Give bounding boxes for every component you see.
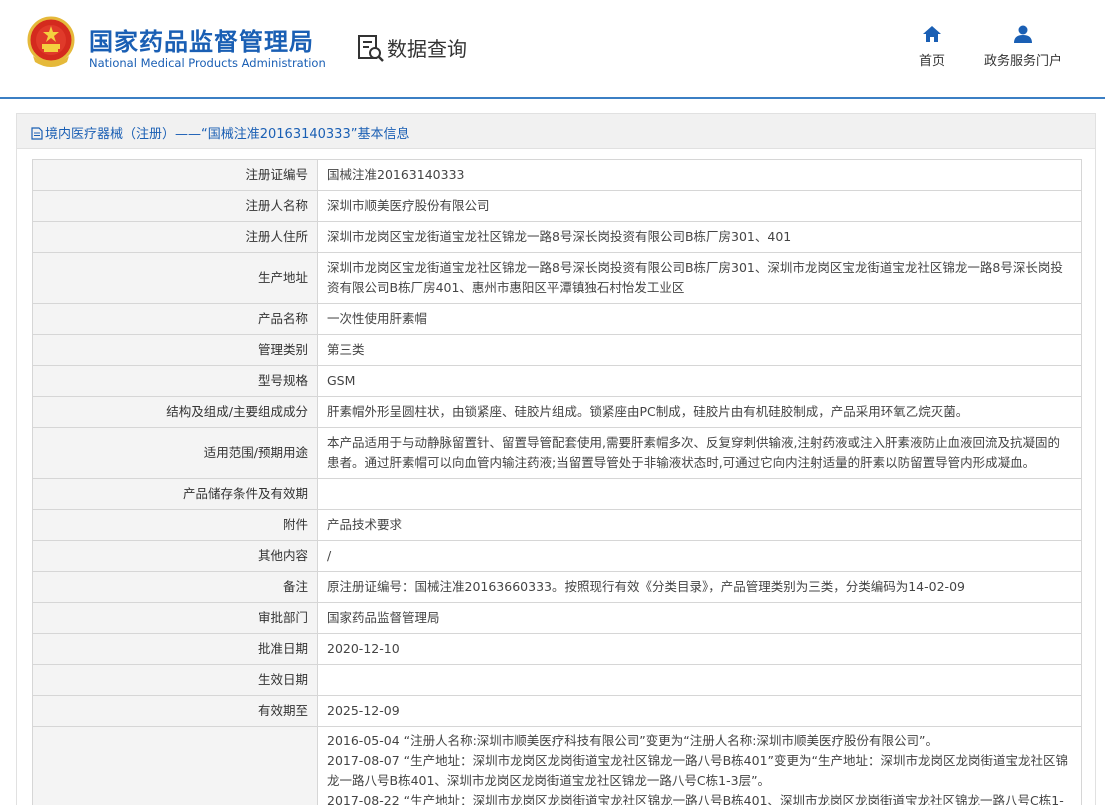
nav-portal-link[interactable]: 政务服务门户: [980, 24, 1066, 69]
table-row: 管理类别 第三类: [32, 334, 1082, 366]
field-label: 生产地址: [32, 252, 318, 304]
field-label: 管理类别: [32, 334, 318, 366]
table-row: 注册证编号 国械注准20163140333: [32, 159, 1082, 191]
field-value: 2020-12-10: [317, 633, 1082, 665]
field-label: 备注: [32, 571, 318, 603]
field-value: 深圳市顺美医疗股份有限公司: [317, 190, 1082, 222]
field-value: 国家药品监督管理局: [317, 602, 1082, 634]
table-row: 生产地址 深圳市龙岗区宝龙街道宝龙社区锦龙一路8号深长岗投资有限公司B栋厂房301…: [32, 252, 1082, 304]
table-row: 注册人名称 深圳市顺美医疗股份有限公司: [32, 190, 1082, 222]
info-table: 注册证编号 国械注准20163140333 注册人名称 深圳市顺美医疗股份有限公司 注册…: [32, 159, 1082, 805]
detail-panel: 境内医疗器械（注册）——“国械注准20163140333”基本信息 注册证编号国…: [16, 113, 1096, 805]
field-label: 附件: [32, 509, 318, 541]
field-value: 国械注准20163140333: [317, 159, 1082, 191]
field-label: 结构及组成/主要组成成分: [32, 396, 318, 428]
change-history-line: 2016-05-04 “注册人名称:深圳市顺美医疗科技有限公司”变更为“注册人名…: [327, 733, 938, 748]
change-history-value: 2016-05-04 “注册人名称:深圳市顺美医疗科技有限公司”变更为“注册人名…: [317, 726, 1082, 805]
field-value: [317, 478, 1082, 510]
table-row: 审批部门 国家药品监督管理局: [32, 602, 1082, 634]
nav-home-link[interactable]: 首页: [912, 24, 952, 69]
field-label: 有效期至: [32, 695, 318, 727]
field-value: [317, 664, 1082, 696]
field-label: 生效日期: [32, 664, 318, 696]
field-value: 第三类: [317, 334, 1082, 366]
table-row: 其他内容 /: [32, 540, 1082, 572]
field-label: 批准日期: [32, 633, 318, 665]
panel-title-text: 境内医疗器械（注册）——“国械注准20163140333”基本信息: [45, 127, 410, 142]
site-title-en[interactable]: National Medical Products Administration: [89, 56, 326, 70]
field-label: 审批部门: [32, 602, 318, 634]
table-row: 型号规格 GSM: [32, 365, 1082, 397]
field-label: 产品名称: [32, 303, 318, 335]
home-icon: [923, 26, 941, 42]
header-divider: [0, 97, 1105, 99]
document-icon: [31, 127, 43, 140]
data-query-icon: [358, 35, 384, 62]
field-value: GSM: [317, 365, 1082, 397]
panel-title: 境内医疗器械（注册）——“国械注准20163140333”基本信息: [31, 123, 409, 142]
table-row: 附件 产品技术要求: [32, 509, 1082, 541]
table-row: 适用范围/预期用途 本产品适用于与动静脉留置针、留置导管配套使用,需要肝素帽多次、…: [32, 427, 1082, 479]
field-label: 型号规格: [32, 365, 318, 397]
table-row: 生效日期: [32, 664, 1082, 696]
table-row-change-history: 2016-05-04 “注册人名称:深圳市顺美医疗科技有限公司”变更为“注册人名…: [32, 726, 1082, 805]
field-value: 深圳市龙岗区宝龙街道宝龙社区锦龙一路8号深长岗投资有限公司B栋厂房301、深圳市…: [317, 252, 1082, 304]
table-row: 有效期至 2025-12-09: [32, 695, 1082, 727]
field-value: 肝素帽外形呈圆柱状，由锁紧座、硅胶片组成。锁紧座由PC制成，硅胶片由有机硅胶制成…: [317, 396, 1082, 428]
nav-home-label: 首页: [918, 54, 945, 69]
field-label: 注册人名称: [32, 190, 318, 222]
site-title[interactable]: 国家药品监督管理局: [89, 22, 314, 57]
site-header: 国家药品监督管理局 National Medical Products Admi…: [0, 0, 1105, 97]
table-row: 注册人住所 深圳市龙岗区宝龙街道宝龙社区锦龙一路8号深长岗投资有限公司B栋厂房30…: [32, 221, 1082, 253]
field-label: 其他内容: [32, 540, 318, 572]
national-emblem-icon: [27, 16, 75, 67]
field-value: 深圳市龙岗区宝龙街道宝龙社区锦龙一路8号深长岗投资有限公司B栋厂房301、401: [317, 221, 1082, 253]
table-row: 结构及组成/主要组成成分 肝素帽外形呈圆柱状，由锁紧座、硅胶片组成。锁紧座由PC制…: [32, 396, 1082, 428]
field-label: [32, 726, 318, 805]
nav-portal-label: 政务服务门户: [983, 54, 1062, 69]
field-value: 2025-12-09: [317, 695, 1082, 727]
panel-header: 境内医疗器械（注册）——“国械注准20163140333”基本信息: [17, 114, 1095, 149]
field-value: 产品技术要求: [317, 509, 1082, 541]
change-history-line: 2017-08-07 “生产地址：深圳市龙岗区龙岗街道宝龙社区锦龙一路八号B栋4…: [327, 753, 1068, 788]
table-row: 产品名称 一次性使用肝素帽: [32, 303, 1082, 335]
section-label: 数据查询: [387, 37, 467, 61]
field-value: 原注册证编号：国械注准20163660333。按照现行有效《分类目录》，产品管理…: [317, 571, 1082, 603]
field-value: 一次性使用肝素帽: [317, 303, 1082, 335]
table-row: 批准日期 2020-12-10: [32, 633, 1082, 665]
field-label: 注册证编号: [32, 159, 318, 191]
table-row: 备注 原注册证编号：国械注准20163660333。按照现行有效《分类目录》，产品…: [32, 571, 1082, 603]
field-label: 适用范围/预期用途: [32, 427, 318, 479]
field-label: 注册人住所: [32, 221, 318, 253]
user-icon: [1014, 25, 1032, 43]
field-value: /: [317, 540, 1082, 572]
change-history-line: 2017-08-22 “生产地址：深圳市龙岗区龙岗街道宝龙社区锦龙一路八号B栋4…: [327, 793, 1064, 805]
field-label: 产品储存条件及有效期: [32, 478, 318, 510]
table-row: 产品储存条件及有效期: [32, 478, 1082, 510]
field-value: 本产品适用于与动静脉留置针、留置导管配套使用,需要肝素帽多次、反复穿刺供输液,注…: [317, 427, 1082, 479]
